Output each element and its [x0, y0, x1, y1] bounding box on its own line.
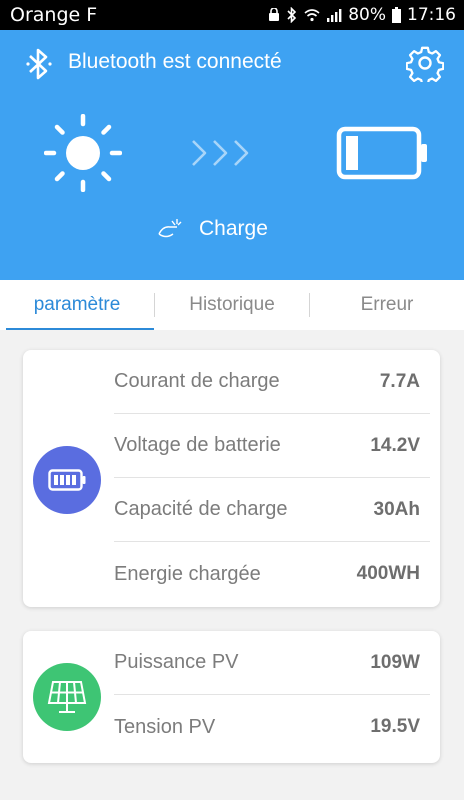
- status-bar: Orange F 80% 17:16: [0, 0, 464, 30]
- clock: 17:16: [407, 5, 456, 25]
- charge-mode-icon: [158, 219, 182, 238]
- battery-metrics: Courant de charge 7.7A Voltage de batter…: [114, 350, 430, 606]
- metric-value: 30Ah: [373, 498, 420, 520]
- pv-card: Puissance PV 109W Tension PV 19.5V: [23, 631, 440, 763]
- battery-percent: 80%: [348, 5, 386, 25]
- pv-metrics: Puissance PV 109W Tension PV 19.5V: [114, 631, 430, 759]
- wifi-icon: [304, 9, 320, 22]
- carrier-name: Orange F: [10, 4, 98, 26]
- metric-value: 7.7A: [379, 370, 420, 392]
- metric-label: Capacité de charge: [114, 498, 288, 520]
- alarm-lock-icon: [269, 8, 280, 21]
- phone-battery-icon: [392, 7, 401, 23]
- bluetooth-status-text: Bluetooth est connecté: [68, 50, 282, 73]
- metric-label: Energie chargée: [114, 562, 261, 585]
- solar-panel-icon: [47, 681, 87, 713]
- flow-arrows-icon: [192, 140, 249, 166]
- signal-icon: [327, 9, 342, 22]
- metric-label: Courant de charge: [114, 370, 280, 392]
- tab-bar: paramètre Historique Erreur: [0, 280, 464, 330]
- status-header: Bluetooth est connecté Charge: [0, 30, 464, 280]
- metric-row: Energie chargée 400WH: [114, 542, 430, 606]
- metric-row: Tension PV 19.5V: [114, 695, 430, 759]
- metric-value: 19.5V: [370, 716, 420, 737]
- metric-row: Capacité de charge 30Ah: [114, 478, 430, 542]
- tab-historique[interactable]: Historique: [155, 280, 309, 330]
- tab-erreur[interactable]: Erreur: [310, 280, 464, 330]
- metric-value: 14.2V: [370, 434, 420, 456]
- metric-value: 109W: [370, 651, 420, 673]
- battery-card-icon-circle: [33, 446, 101, 514]
- bluetooth-icon: [26, 48, 52, 80]
- metric-row: Courant de charge 7.7A: [114, 350, 430, 414]
- metric-label: Tension PV: [114, 715, 216, 738]
- battery-icon: [48, 469, 86, 491]
- battery-card: Courant de charge 7.7A Voltage de batter…: [23, 350, 440, 607]
- gear-icon[interactable]: [406, 44, 444, 82]
- tab-parametre[interactable]: paramètre: [0, 280, 154, 330]
- metric-row: Puissance PV 109W: [114, 631, 430, 695]
- bluetooth-status-icon: [287, 7, 297, 23]
- metric-row: Voltage de batterie 14.2V: [114, 414, 430, 478]
- battery-charge-icon: [336, 126, 427, 180]
- sun-icon: [44, 114, 122, 192]
- charge-mode-label: Charge: [199, 217, 268, 240]
- metric-label: Puissance PV: [114, 651, 239, 673]
- pv-card-icon-circle: [33, 663, 101, 731]
- metric-label: Voltage de batterie: [114, 434, 281, 456]
- status-indicators: 80% 17:16: [268, 5, 456, 25]
- metric-value: 400WH: [356, 563, 420, 584]
